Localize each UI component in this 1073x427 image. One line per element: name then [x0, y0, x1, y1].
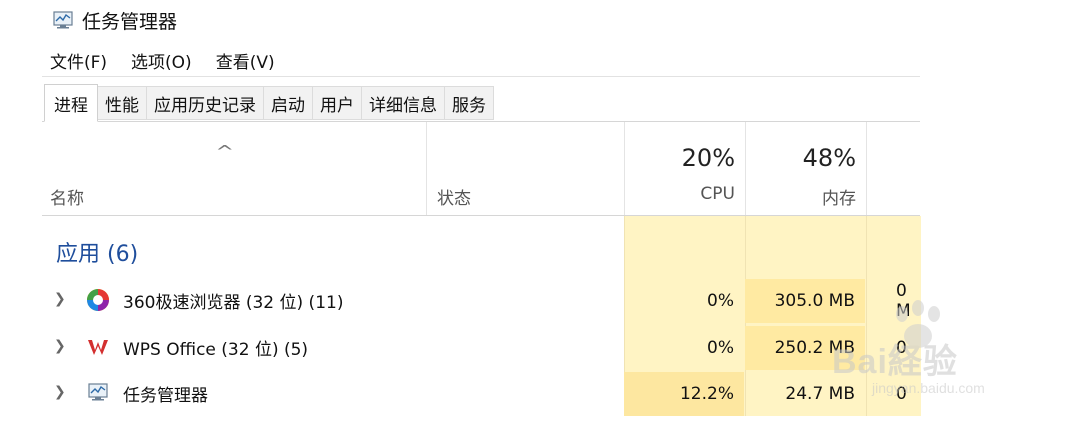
cpu-total-percent: 20%: [681, 144, 735, 172]
tab-processes[interactable]: 进程: [44, 84, 98, 122]
process-row[interactable]: ❯ 任务管理器 12.2% 24.7 MB 0: [42, 372, 920, 416]
memory-value: 24.7 MB: [785, 384, 855, 404]
disk-value: 0 M: [896, 281, 911, 321]
cpu-value: 0%: [707, 291, 734, 311]
menu-view[interactable]: 查看(V): [216, 48, 275, 73]
process-row[interactable]: ❯ 360极速浏览器 (32 位) (11) 0% 305.0 MB 0 M: [42, 279, 920, 323]
cpu-value: 12.2%: [624, 372, 744, 416]
tab-startup[interactable]: 启动: [264, 86, 313, 120]
disk-value: 0: [896, 338, 907, 358]
group-heading-apps: 应用 (6): [56, 242, 139, 267]
window-title: 任务管理器: [82, 10, 178, 33]
sort-ascending-icon: ^: [215, 142, 235, 161]
column-header-disk[interactable]: [866, 122, 921, 216]
column-memory-label: 内存: [822, 189, 856, 209]
tab-details[interactable]: 详细信息: [362, 86, 445, 120]
process-row[interactable]: ❯ WPS Office (32 位) (5) 0% 250.2 MB 0: [42, 326, 920, 370]
task-manager-icon: [53, 11, 73, 29]
column-header-status[interactable]: 状态: [426, 122, 624, 216]
disk-value: 0: [896, 384, 907, 404]
tab-performance[interactable]: 性能: [98, 86, 147, 120]
task-manager-icon: [88, 383, 108, 401]
process-name: 任务管理器: [123, 386, 208, 406]
menu-file[interactable]: 文件(F): [50, 48, 107, 73]
column-header-cpu[interactable]: 20% CPU: [624, 122, 745, 216]
chevron-right-icon[interactable]: ❯: [54, 338, 66, 354]
memory-value: 305.0 MB: [745, 279, 865, 323]
chevron-right-icon[interactable]: ❯: [54, 384, 66, 400]
wps-office-icon: [88, 340, 108, 355]
memory-total-percent: 48%: [802, 144, 856, 172]
process-name: WPS Office (32 位) (5): [123, 340, 309, 360]
memory-value: 250.2 MB: [745, 326, 865, 370]
tab-users[interactable]: 用户: [313, 86, 362, 120]
tab-services[interactable]: 服务: [445, 86, 494, 120]
title-bar: 任务管理器: [52, 6, 177, 34]
process-name: 360极速浏览器 (32 位) (11): [123, 293, 344, 313]
tab-app-history[interactable]: 应用历史记录: [147, 86, 264, 120]
menu-options[interactable]: 选项(O): [131, 48, 192, 73]
tab-strip: 进程 性能 应用历史记录 启动 用户 详细信息 服务: [44, 84, 494, 122]
menu-bar: 文件(F) 选项(O) 查看(V): [50, 48, 275, 73]
menu-divider: [42, 76, 920, 77]
task-manager-window: 任务管理器 文件(F) 选项(O) 查看(V) 进程 性能 应用历史记录 启动 …: [0, 0, 921, 427]
column-name-label: 名称: [50, 189, 84, 209]
column-header-name[interactable]: ^ 名称: [42, 122, 425, 216]
browser-360-icon: [87, 289, 109, 311]
cpu-value: 0%: [707, 338, 734, 358]
column-status-label: 状态: [437, 189, 471, 209]
column-header-memory[interactable]: 48% 内存: [745, 122, 866, 216]
column-cpu-label: CPU: [700, 184, 735, 204]
chevron-right-icon[interactable]: ❯: [54, 291, 66, 307]
